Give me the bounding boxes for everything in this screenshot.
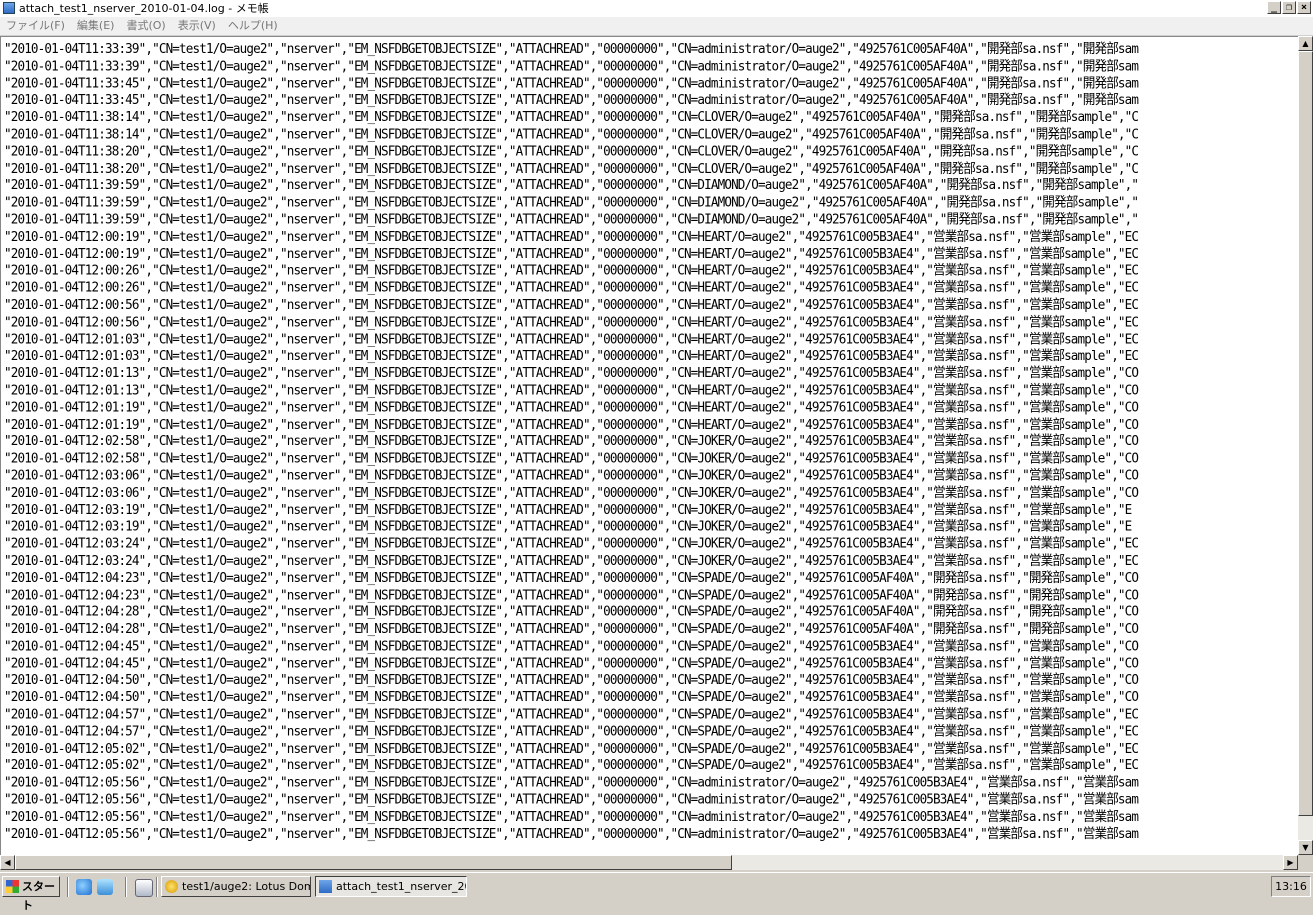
log-line: "2010-01-04T12:00:26","CN=test1/O=auge2"… [4, 261, 1139, 279]
log-line: "2010-01-04T12:01:13","CN=test1/O=auge2"… [4, 364, 1139, 381]
log-line: "2010-01-04T12:05:56","CN=test1/O=auge2"… [4, 790, 1139, 807]
log-line: "2010-01-04T11:38:20","CN=test1/O=auge2"… [4, 159, 1139, 176]
scroll-right-button[interactable]: ▶ [1283, 855, 1298, 870]
restore-icon: ❐ [1285, 2, 1293, 13]
window-controls: _ ❐ × [1267, 1, 1311, 14]
log-line: "2010-01-04T12:05:02","CN=test1/O=auge2"… [4, 756, 1139, 773]
arrow-down-icon: ▼ [1302, 843, 1309, 852]
menu-edit[interactable]: 編集(E) [71, 18, 121, 34]
system-tray-clock[interactable]: 13:16 [1271, 876, 1311, 897]
log-line: "2010-01-04T12:04:28","CN=test1/O=auge2"… [4, 620, 1139, 637]
log-line: "2010-01-04T12:05:56","CN=test1/O=auge2"… [4, 807, 1139, 825]
log-line: "2010-01-04T11:39:59","CN=test1/O=auge2"… [4, 193, 1139, 210]
taskbar-separator [156, 877, 158, 897]
minimize-icon: _ [1270, 2, 1278, 13]
minimize-button[interactable]: _ [1267, 1, 1281, 14]
text-editor[interactable]: "2010-01-04T11:33:39","CN=test1/O=auge2"… [0, 36, 1298, 855]
log-line: "2010-01-04T11:39:59","CN=test1/O=auge2"… [4, 210, 1139, 227]
internet-explorer-icon[interactable] [76, 879, 92, 895]
menu-view[interactable]: 表示(V) [172, 18, 222, 34]
log-line: "2010-01-04T12:01:19","CN=test1/O=auge2"… [4, 415, 1139, 432]
log-line: "2010-01-04T12:04:50","CN=test1/O=auge2"… [4, 671, 1139, 688]
windows-logo-icon [6, 880, 19, 893]
menu-file[interactable]: ファイル(F) [0, 18, 71, 34]
start-label: スタート [22, 880, 55, 912]
taskbar-separator [125, 877, 127, 897]
log-line: "2010-01-04T12:04:28","CN=test1/O=auge2"… [4, 603, 1139, 620]
arrow-up-icon: ▲ [1302, 39, 1309, 48]
log-line: "2010-01-04T11:33:45","CN=test1/O=auge2"… [4, 91, 1139, 108]
scroll-down-button[interactable]: ▼ [1298, 840, 1313, 855]
log-line: "2010-01-04T12:04:50","CN=test1/O=auge2"… [4, 688, 1139, 705]
notepad-icon [3, 2, 15, 14]
arrow-right-icon: ▶ [1287, 858, 1294, 867]
size-grip[interactable] [1298, 855, 1313, 870]
notepad-icon [319, 880, 332, 893]
log-line: "2010-01-04T11:38:20","CN=test1/O=auge2"… [4, 142, 1139, 159]
log-line: "2010-01-04T12:04:23","CN=test1/O=auge2"… [4, 568, 1139, 586]
taskbar-separator [67, 877, 69, 897]
lotus-domino-icon [165, 880, 178, 893]
log-line: "2010-01-04T12:04:45","CN=test1/O=auge2"… [4, 654, 1139, 671]
log-line: "2010-01-04T12:02:58","CN=test1/O=auge2"… [4, 449, 1139, 466]
log-line: "2010-01-04T12:05:02","CN=test1/O=auge2"… [4, 739, 1139, 756]
log-line: "2010-01-04T11:33:39","CN=test1/O=auge2"… [4, 40, 1139, 57]
taskbar: スタート test1/auge2: Lotus Domi... attach_t… [0, 872, 1313, 912]
log-line: "2010-01-04T11:33:45","CN=test1/O=auge2"… [4, 74, 1139, 91]
log-line: "2010-01-04T12:01:03","CN=test1/O=auge2"… [4, 347, 1139, 364]
log-line: "2010-01-04T12:01:03","CN=test1/O=auge2"… [4, 330, 1139, 347]
menu-bar: ファイル(F) 編集(E) 書式(O) 表示(V) ヘルプ(H) [0, 17, 1313, 36]
log-line: "2010-01-04T11:38:14","CN=test1/O=auge2"… [4, 125, 1139, 142]
window-title: attach_test1_nserver_2010-01-04.log - メモ… [19, 2, 269, 15]
taskbar-button-notepad[interactable]: attach_test1_nserver_201... [315, 876, 467, 897]
log-line: "2010-01-04T12:01:13","CN=test1/O=auge2"… [4, 381, 1139, 398]
log-line: "2010-01-04T11:33:39","CN=test1/O=auge2"… [4, 57, 1139, 74]
log-line: "2010-01-04T12:04:57","CN=test1/O=auge2"… [4, 722, 1139, 739]
taskbar-button-lotus-domino[interactable]: test1/auge2: Lotus Domi... [161, 876, 311, 897]
task-label: attach_test1_nserver_201... [336, 880, 466, 893]
log-line: "2010-01-04T12:01:19","CN=test1/O=auge2"… [4, 398, 1139, 415]
log-line: "2010-01-04T12:04:45","CN=test1/O=auge2"… [4, 637, 1139, 654]
log-line: "2010-01-04T12:03:19","CN=test1/O=auge2"… [4, 517, 1132, 534]
log-line: "2010-01-04T12:00:56","CN=test1/O=auge2"… [4, 295, 1139, 313]
log-line: "2010-01-04T12:05:56","CN=test1/O=auge2"… [4, 824, 1139, 842]
log-line: "2010-01-04T12:03:06","CN=test1/O=auge2"… [4, 466, 1139, 483]
server-manager-icon[interactable] [135, 879, 153, 897]
log-line: "2010-01-04T12:03:06","CN=test1/O=auge2"… [4, 483, 1139, 500]
horizontal-scroll-thumb[interactable] [15, 855, 732, 870]
vertical-scroll-thumb[interactable] [1298, 51, 1313, 816]
title-bar[interactable]: attach_test1_nserver_2010-01-04.log - メモ… [0, 0, 1313, 18]
log-line: "2010-01-04T12:00:19","CN=test1/O=auge2"… [4, 244, 1139, 262]
log-line: "2010-01-04T12:03:24","CN=test1/O=auge2"… [4, 534, 1139, 552]
scroll-left-button[interactable]: ◀ [0, 855, 15, 870]
log-line: "2010-01-04T12:04:57","CN=test1/O=auge2"… [4, 705, 1139, 722]
log-line: "2010-01-04T12:03:19","CN=test1/O=auge2"… [4, 500, 1132, 517]
arrow-left-icon: ◀ [4, 858, 11, 867]
menu-help[interactable]: ヘルプ(H) [222, 18, 284, 34]
log-line: "2010-01-04T12:00:19","CN=test1/O=auge2"… [4, 227, 1139, 244]
start-button[interactable]: スタート [2, 876, 60, 912]
log-line: "2010-01-04T11:38:14","CN=test1/O=auge2"… [4, 108, 1139, 125]
log-line: "2010-01-04T12:02:58","CN=test1/O=auge2"… [4, 432, 1139, 449]
scroll-up-button[interactable]: ▲ [1298, 36, 1313, 51]
vertical-scrollbar[interactable]: ▲ ▼ [1298, 36, 1313, 855]
log-line: "2010-01-04T12:00:56","CN=test1/O=auge2"… [4, 313, 1139, 330]
log-line: "2010-01-04T12:04:23","CN=test1/O=auge2"… [4, 586, 1139, 603]
log-lines: "2010-01-04T11:33:39","CN=test1/O=auge2"… [4, 39, 1139, 842]
task-label: test1/auge2: Lotus Domi... [182, 880, 310, 893]
show-desktop-icon[interactable] [97, 879, 113, 895]
horizontal-scrollbar[interactable]: ◀ ▶ [0, 855, 1298, 870]
close-button[interactable]: × [1297, 1, 1311, 14]
log-line: "2010-01-04T12:05:56","CN=test1/O=auge2"… [4, 773, 1139, 790]
close-icon: × [1300, 2, 1308, 13]
log-line: "2010-01-04T11:39:59","CN=test1/O=auge2"… [4, 176, 1139, 193]
log-line: "2010-01-04T12:00:26","CN=test1/O=auge2"… [4, 278, 1139, 296]
log-line: "2010-01-04T12:03:24","CN=test1/O=auge2"… [4, 551, 1139, 569]
maximize-button[interactable]: ❐ [1282, 1, 1296, 14]
menu-format[interactable]: 書式(O) [120, 18, 171, 34]
